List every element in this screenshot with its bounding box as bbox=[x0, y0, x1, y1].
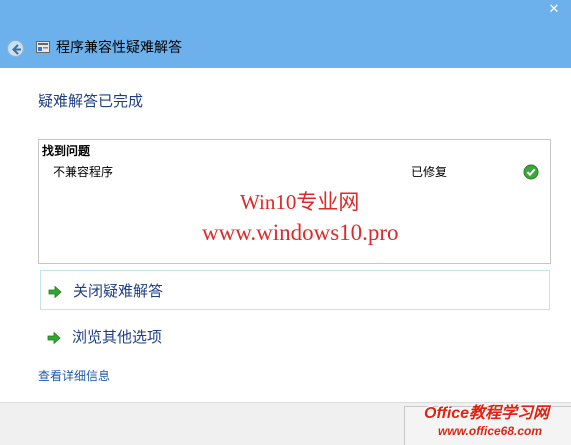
page-heading: 疑难解答已完成 bbox=[38, 92, 144, 110]
site-logo-url: www.office68.com bbox=[438, 424, 543, 438]
title-bar: ✕ 程序兼容性疑难解答 bbox=[0, 0, 571, 68]
site-logo-text: Office教程学习网 bbox=[424, 405, 550, 422]
close-button[interactable]: ✕ bbox=[541, 0, 567, 20]
view-details-link[interactable]: 查看详细信息 bbox=[38, 368, 110, 384]
watermark-title: Win10专业网 bbox=[240, 190, 360, 214]
green-arrow-icon bbox=[48, 285, 62, 299]
close-icon: ✕ bbox=[548, 2, 560, 17]
close-troubleshooter-option[interactable]: 关闭疑难解答 bbox=[40, 270, 550, 310]
window-title: 程序兼容性疑难解答 bbox=[56, 40, 182, 56]
watermark-url: www.windows10.pro bbox=[202, 220, 399, 245]
troubleshooter-app-icon bbox=[36, 41, 50, 53]
option-label: 浏览其他选项 bbox=[72, 328, 163, 346]
green-check-icon bbox=[523, 164, 539, 180]
problem-status: 已修复 bbox=[411, 165, 448, 179]
green-arrow-icon bbox=[47, 331, 61, 345]
option-label: 关闭疑难解答 bbox=[73, 282, 164, 300]
results-header: 找到问题 bbox=[42, 144, 91, 158]
back-arrow-icon bbox=[12, 44, 21, 55]
back-button[interactable] bbox=[7, 40, 24, 57]
problem-name: 不兼容程序 bbox=[53, 165, 114, 179]
browse-other-options-option[interactable]: 浏览其他选项 bbox=[40, 317, 550, 357]
